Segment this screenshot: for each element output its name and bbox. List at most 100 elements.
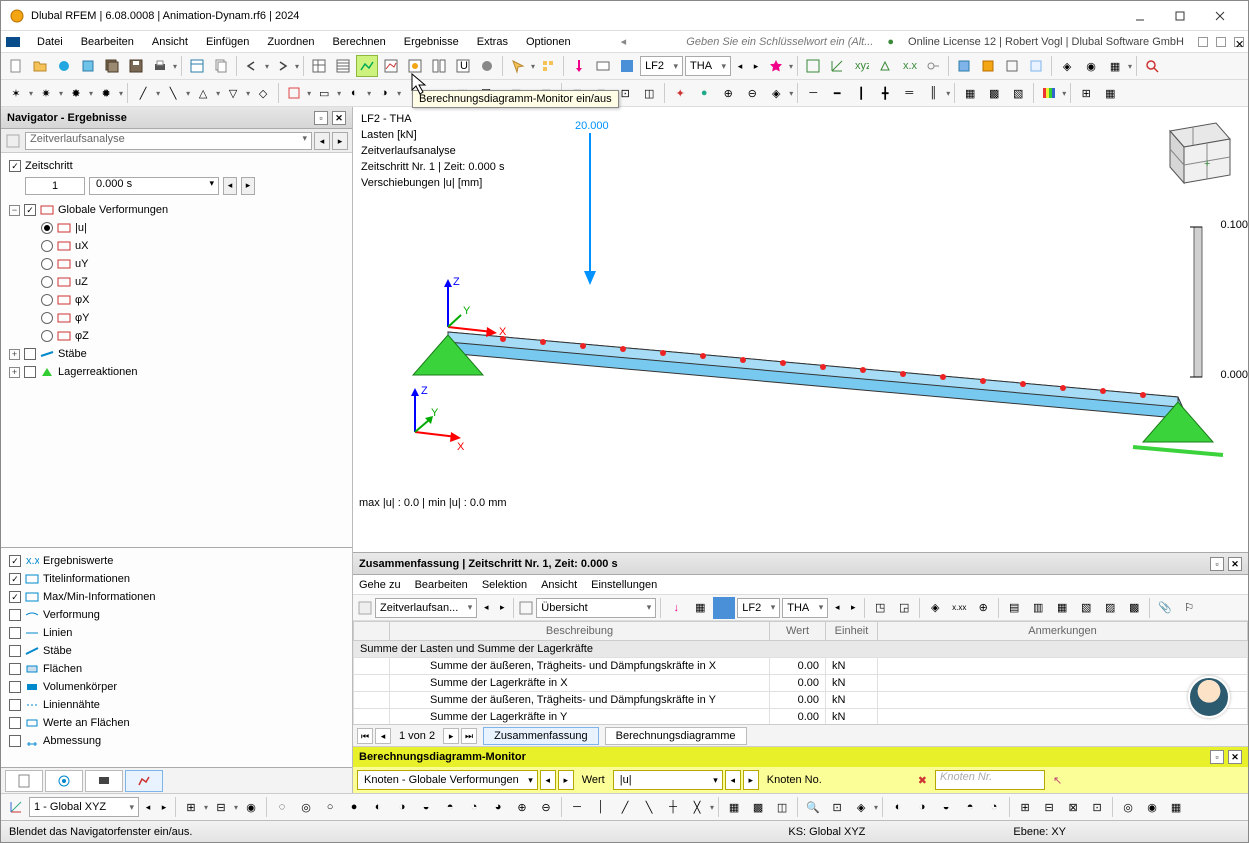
opt-cb-1[interactable]: [9, 573, 21, 585]
menu-extras[interactable]: Extras: [469, 34, 516, 50]
view-supports-icon[interactable]: [874, 55, 896, 77]
sum-clip-icon[interactable]: 📎: [1154, 597, 1176, 619]
generic-icon-2[interactable]: ◉: [1080, 55, 1102, 77]
rainbow-icon[interactable]: [1038, 82, 1060, 104]
page-last-button[interactable]: ⏭: [461, 728, 477, 744]
line-tool-6[interactable]: ║: [922, 82, 944, 104]
btm-misc-1[interactable]: ◐: [887, 796, 909, 818]
comp-ux-radio[interactable]: [41, 240, 53, 252]
node-icon[interactable]: ✶: [5, 82, 27, 104]
opt-cb-6[interactable]: [9, 663, 21, 675]
btm-line-5[interactable]: ┼: [662, 796, 684, 818]
node-tool-2[interactable]: ✸: [65, 82, 87, 104]
profile-avatar[interactable]: [1188, 676, 1230, 718]
btm-misc-3[interactable]: ◒: [935, 796, 957, 818]
sum-tool-c[interactable]: ▦: [1051, 597, 1073, 619]
close-button[interactable]: [1200, 2, 1240, 30]
opt-label-2[interactable]: Max/Min-Informationen: [43, 591, 156, 603]
redo-icon[interactable]: [271, 55, 293, 77]
menu-datei[interactable]: Datei: [29, 34, 71, 50]
col-remarks[interactable]: Anmerkungen: [878, 622, 1248, 641]
sum-menu-view[interactable]: Ansicht: [541, 579, 577, 591]
view-full-icon[interactable]: [802, 55, 824, 77]
filter-icon[interactable]: [428, 55, 450, 77]
render-solid-icon[interactable]: [953, 55, 975, 77]
color-tool-2[interactable]: ●: [693, 82, 715, 104]
btm-snap-1[interactable]: ◌: [271, 796, 293, 818]
comp-uz-label[interactable]: uZ: [75, 276, 88, 288]
sum-tool-e[interactable]: ▨: [1099, 597, 1121, 619]
staebe-expand[interactable]: +: [9, 349, 20, 360]
staebe-checkbox[interactable]: [24, 348, 36, 360]
comp-u-radio[interactable]: [41, 222, 53, 234]
opt-cb-0[interactable]: [9, 555, 21, 567]
monitor-next-2[interactable]: ▸: [743, 770, 759, 790]
btm-snap-2[interactable]: ◎: [295, 796, 317, 818]
result-combination-icon[interactable]: [404, 55, 426, 77]
sum-tool-a[interactable]: ▤: [1003, 597, 1025, 619]
btm-snap-9[interactable]: ◔: [463, 796, 485, 818]
monitor-result-dropdown[interactable]: Knoten - Globale Verformungen: [357, 770, 538, 790]
btm-line-3[interactable]: ╱: [614, 796, 636, 818]
table-row[interactable]: Summe der Lagerkräfte in X0.00kN: [354, 675, 1248, 692]
print-icon[interactable]: [149, 55, 171, 77]
btm-misc-4[interactable]: ◓: [959, 796, 981, 818]
sum-type-dropdown[interactable]: THA: [782, 598, 828, 618]
mesh-tool-1[interactable]: ▦: [959, 82, 981, 104]
mesh-tool-3[interactable]: ▧: [1007, 82, 1029, 104]
render-hatch-icon[interactable]: [977, 55, 999, 77]
lager-expand[interactable]: +: [9, 367, 20, 378]
timestep-number-input[interactable]: [25, 177, 85, 195]
opt-cb-3[interactable]: [9, 609, 21, 621]
page-first-button[interactable]: ⏮: [357, 728, 373, 744]
sum-menu-edit[interactable]: Bearbeiten: [415, 579, 468, 591]
opt-label-0[interactable]: Ergebniswerte: [43, 555, 113, 567]
sum-filter-2[interactable]: x.xx: [948, 597, 970, 619]
btm-snap-8[interactable]: ◓: [439, 796, 461, 818]
sum-lf-prev[interactable]: ◂: [830, 597, 844, 619]
btm-snap-3[interactable]: ○: [319, 796, 341, 818]
lager-checkbox[interactable]: [24, 366, 36, 378]
node-tool-3[interactable]: ✹: [95, 82, 117, 104]
color-tool-4[interactable]: ⊖: [741, 82, 763, 104]
member-tool-4[interactable]: ◇: [252, 82, 274, 104]
sum-color-icon[interactable]: [713, 597, 735, 619]
btm-snap-11[interactable]: ⊕: [511, 796, 533, 818]
monitor-node-input[interactable]: Knoten Nr.: [935, 770, 1045, 790]
nav-tab-results[interactable]: [125, 770, 163, 792]
results-table-icon[interactable]: [332, 55, 354, 77]
surface-tool-1[interactable]: ▭: [313, 82, 335, 104]
sum-tool-b[interactable]: ▥: [1027, 597, 1049, 619]
table-row[interactable]: Summe der äußeren, Trägheits- und Dämpfu…: [354, 692, 1248, 709]
line-tool-2[interactable]: ━: [826, 82, 848, 104]
sum-lf-next[interactable]: ▸: [846, 597, 860, 619]
tab-diagrams[interactable]: Berechnungsdiagramme: [605, 727, 747, 745]
menu-berechnen[interactable]: Berechnen: [325, 34, 394, 50]
model-data-icon[interactable]: [186, 55, 208, 77]
generic-icon-1[interactable]: ◈: [1056, 55, 1078, 77]
timestep-value-dropdown[interactable]: 0.000 s: [89, 177, 219, 195]
tab-summary[interactable]: Zusammenfassung: [483, 727, 599, 745]
btm-view-1[interactable]: ▦: [723, 796, 745, 818]
member-tool-2[interactable]: △: [192, 82, 214, 104]
btm-misc-5[interactable]: ◔: [983, 796, 1005, 818]
view-cube[interactable]: +: [1150, 113, 1238, 191]
search-icon[interactable]: [1141, 55, 1163, 77]
btm-line-2[interactable]: │: [590, 796, 612, 818]
surface-tool-3[interactable]: ◑: [373, 82, 395, 104]
calc-diagram-monitor-button[interactable]: [356, 55, 378, 77]
align-tool-3[interactable]: ◫: [638, 82, 660, 104]
opt-label-6[interactable]: Flächen: [43, 663, 82, 675]
sum-view-2[interactable]: ◲: [893, 597, 915, 619]
generic-icon-3[interactable]: ▦: [1104, 55, 1126, 77]
surface-icon[interactable]: [283, 82, 305, 104]
sum-filter-3[interactable]: ⊕: [972, 597, 994, 619]
btm-snap-12[interactable]: ⊖: [535, 796, 557, 818]
monitor-value-dropdown[interactable]: |u|: [613, 770, 723, 790]
sum-filter-1[interactable]: ◈: [924, 597, 946, 619]
menu-bearbeiten[interactable]: Bearbeiten: [73, 34, 142, 50]
analysis-dropdown[interactable]: Zeitverlaufsanalyse: [25, 132, 312, 150]
menu-ansicht[interactable]: Ansicht: [144, 34, 196, 50]
node-tool-1[interactable]: ✷: [35, 82, 57, 104]
menu-optionen[interactable]: Optionen: [518, 34, 579, 50]
